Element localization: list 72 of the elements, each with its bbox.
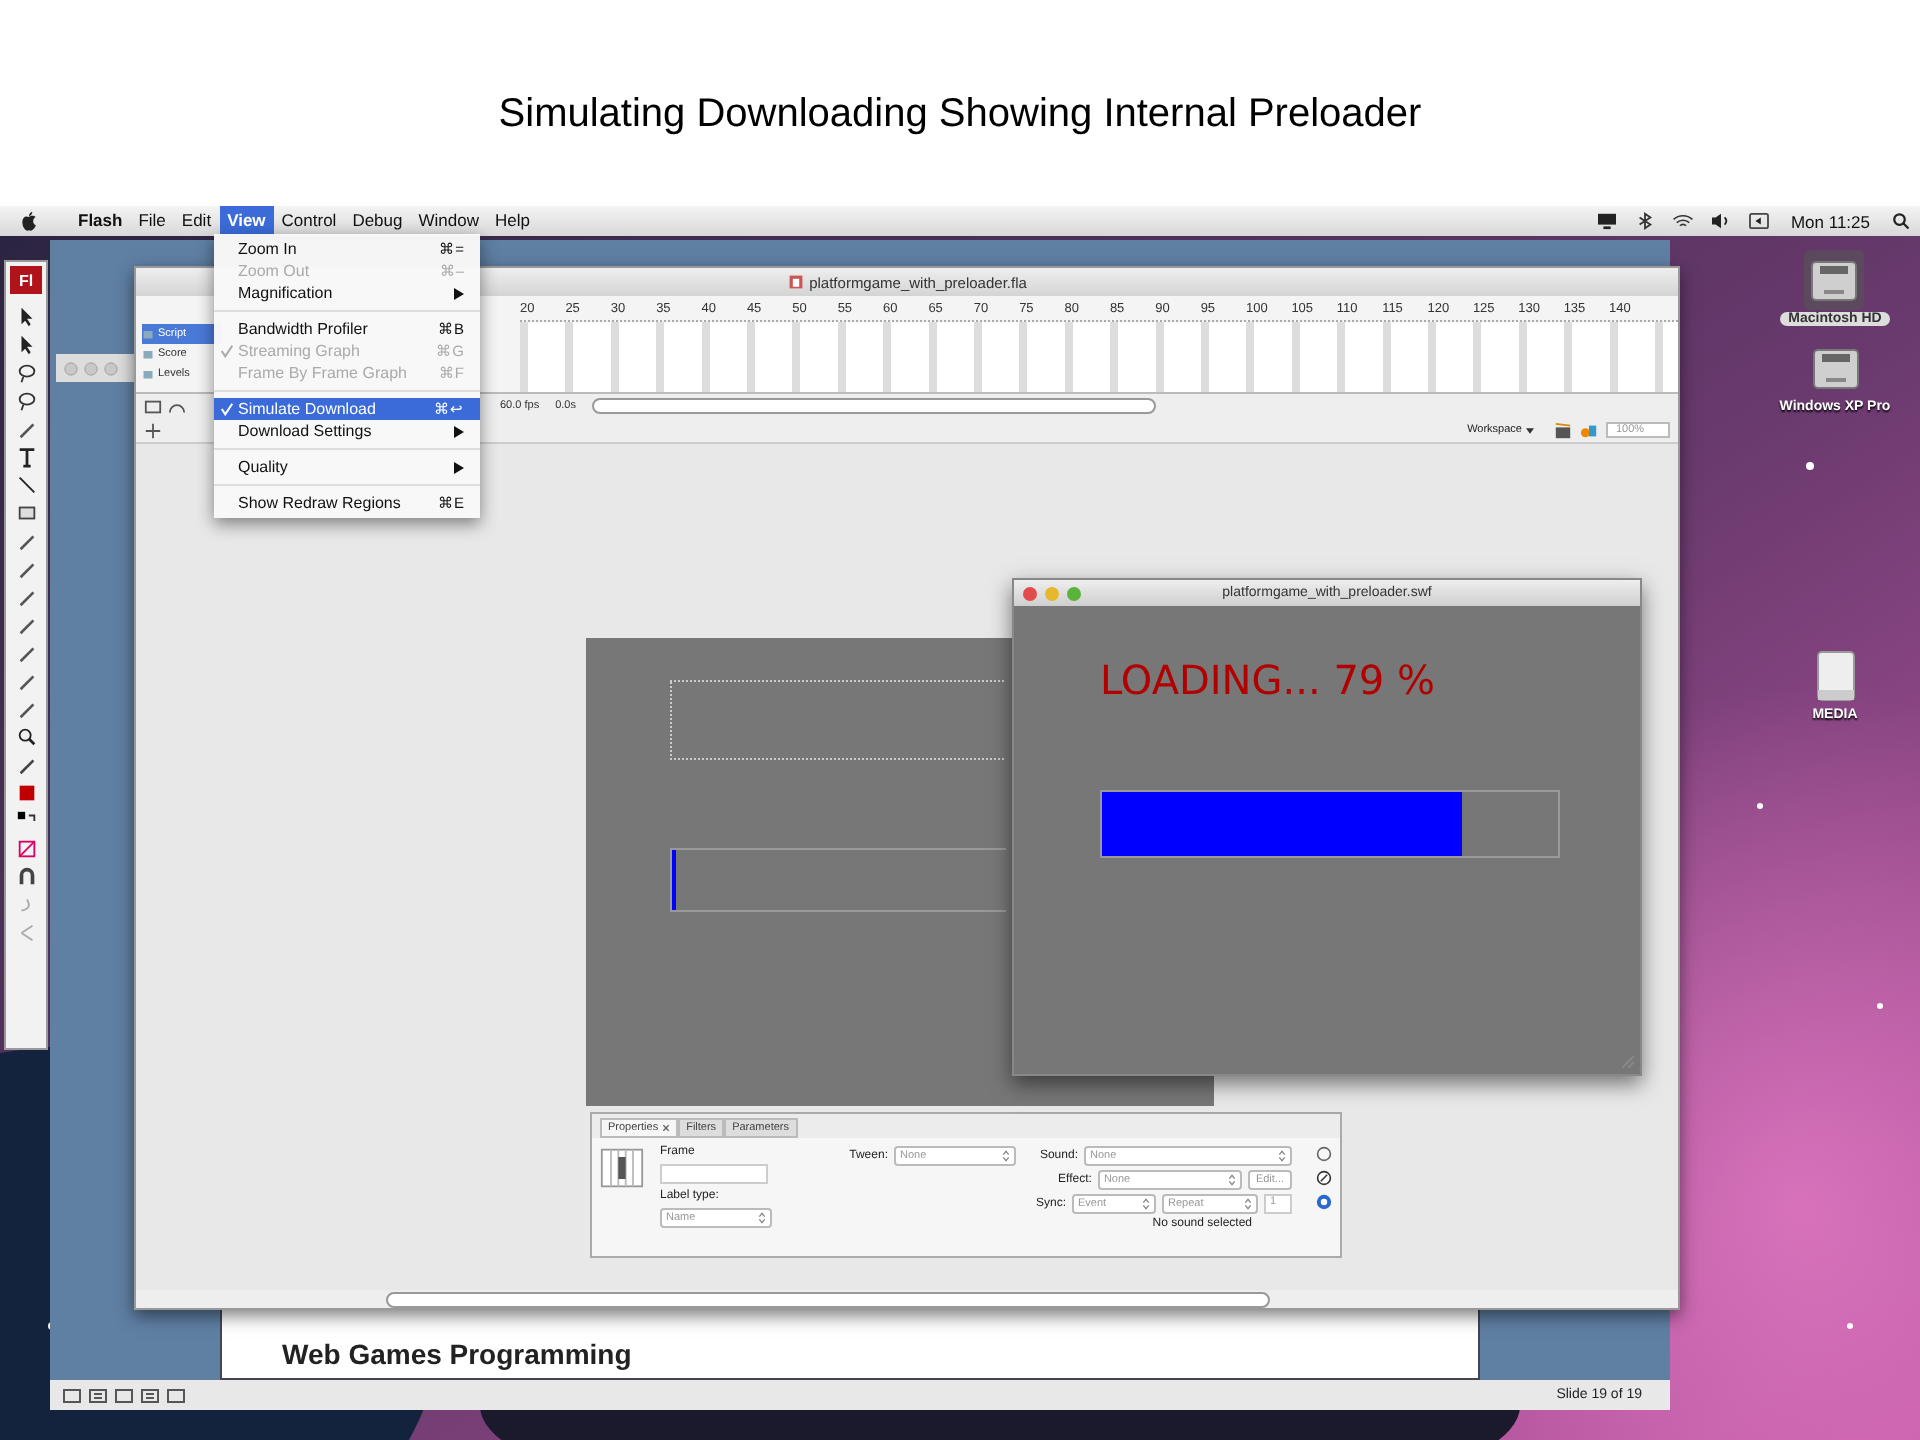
menu-item[interactable]: Quality [214, 456, 480, 478]
view-icon[interactable] [166, 1387, 186, 1403]
view-icon[interactable] [140, 1387, 160, 1403]
loading-text: LOADING... 79 % [1100, 656, 1437, 704]
stroke-color-icon[interactable] [15, 754, 37, 776]
add-layer-icon[interactable] [144, 397, 162, 415]
frame-icon [600, 1146, 644, 1190]
tool-icon[interactable] [15, 530, 37, 552]
tool-icon[interactable] [15, 586, 37, 608]
caret-icon [1526, 427, 1534, 433]
speaker-icon[interactable] [1710, 212, 1733, 230]
slide-title: Simulating Downloading Showing Internal Preloader [498, 92, 1422, 138]
monitor-icon[interactable] [1596, 212, 1619, 230]
window-controls-icon[interactable] [1022, 585, 1082, 601]
menu-item[interactable]: Help [486, 206, 538, 236]
app-logo: Fl [10, 266, 42, 294]
submenu-arrow-icon [454, 425, 464, 437]
magnet-icon[interactable] [15, 866, 37, 888]
updown-icon [1278, 1150, 1286, 1162]
view-icon[interactable] [62, 1387, 82, 1403]
bluetooth-icon[interactable] [1634, 212, 1657, 230]
updown-icon [1142, 1198, 1150, 1210]
input-icon[interactable] [1748, 212, 1771, 230]
tool-icon[interactable] [15, 726, 37, 748]
updown-icon [1244, 1198, 1252, 1210]
slide-footer-text: Web Games Programming [282, 1338, 632, 1370]
menu-item[interactable]: Control [273, 206, 345, 236]
updown-icon [1227, 1174, 1236, 1186]
menu-item[interactable]: Window [410, 206, 487, 236]
wifi-icon[interactable] [1672, 212, 1695, 230]
no-color-icon[interactable] [15, 838, 37, 860]
check-icon [219, 344, 233, 358]
clapper-icon[interactable] [1554, 421, 1572, 439]
frame-label-field[interactable] [660, 1164, 768, 1184]
apple-icon[interactable] [20, 211, 38, 231]
view-icon[interactable] [114, 1387, 134, 1403]
tool-icon[interactable] [15, 418, 37, 440]
tool-icon[interactable] [15, 698, 37, 720]
edit-icon[interactable] [1316, 1170, 1332, 1186]
tool-icon[interactable] [15, 642, 37, 664]
tool-icon[interactable] [15, 446, 37, 468]
close-icon[interactable] [662, 1124, 671, 1132]
fill-color-icon[interactable] [15, 782, 37, 804]
menu-item[interactable]: Magnification [214, 282, 480, 304]
scrollbar[interactable] [386, 1291, 1270, 1307]
tool-icon[interactable] [15, 670, 37, 692]
menu-item[interactable]: Edit [173, 206, 220, 236]
document-icon [787, 274, 804, 290]
tool-icon[interactable] [15, 390, 37, 412]
search-icon[interactable] [1890, 212, 1912, 230]
view-icon[interactable] [88, 1387, 108, 1403]
shapes-icon[interactable] [1580, 421, 1598, 439]
accessibility-icon[interactable] [1316, 1194, 1332, 1210]
tool-icon[interactable] [15, 502, 37, 524]
help-icon[interactable] [1316, 1146, 1332, 1162]
menu-item[interactable]: Debug [344, 206, 411, 236]
menu-item[interactable]: Download Settings [214, 420, 480, 442]
menu-item[interactable]: File [130, 206, 174, 236]
clock[interactable]: Mon 11:25 [1790, 211, 1870, 231]
tool-icon[interactable] [15, 474, 37, 496]
scene-icon[interactable] [144, 421, 162, 439]
menu-item[interactable]: Flash [70, 206, 131, 236]
scrollbar[interactable] [591, 398, 1156, 414]
submenu-arrow-icon [454, 461, 464, 473]
submenu-arrow-icon [454, 287, 464, 299]
updown-icon [1002, 1150, 1010, 1162]
updown-icon [758, 1212, 766, 1224]
tool-icon[interactable] [15, 558, 37, 580]
check-icon [219, 402, 233, 416]
menu-item[interactable]: View [219, 206, 274, 236]
tool-icon[interactable] [15, 614, 37, 636]
tool-icon[interactable] [15, 362, 37, 384]
